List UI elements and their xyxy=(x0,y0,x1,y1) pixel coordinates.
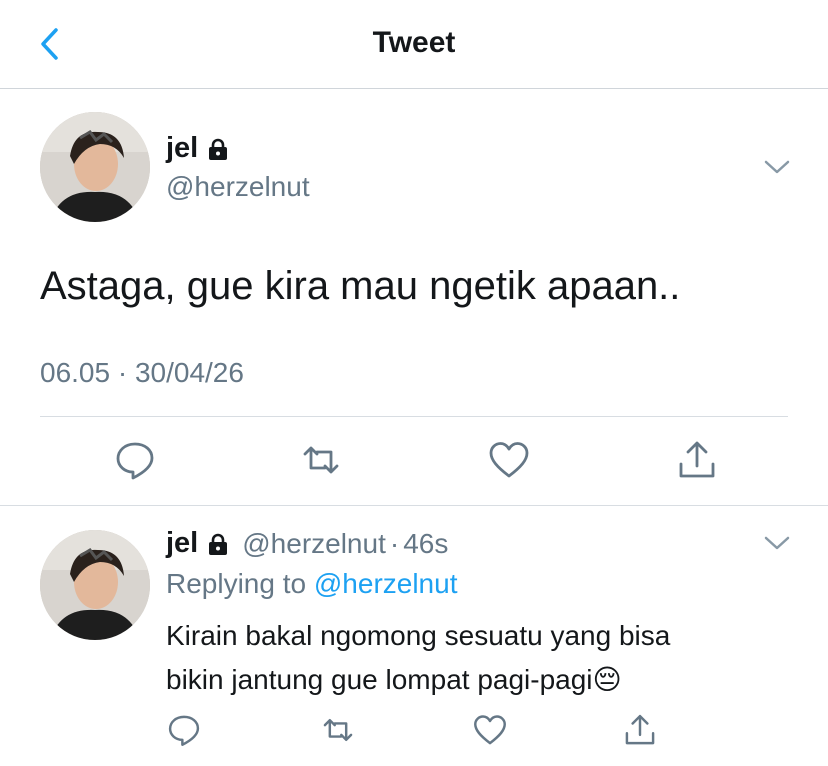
avatar[interactable] xyxy=(40,530,150,640)
author-handle[interactable]: @herzelnut xyxy=(242,528,386,560)
author-name[interactable]: jel xyxy=(166,132,230,165)
reply-header: jel @herzelnut · 46s xyxy=(166,527,448,560)
author-handle[interactable]: @herzelnut xyxy=(166,171,310,203)
retweet-icon xyxy=(303,446,339,474)
replying-to: Replying to @herzelnut xyxy=(166,568,458,599)
replying-to-link[interactable]: @herzelnut xyxy=(314,568,458,599)
lock-icon xyxy=(209,533,228,555)
retweet-button[interactable] xyxy=(320,712,356,748)
pensive-emoji-icon: 😔 xyxy=(592,664,622,695)
reply-icon xyxy=(168,715,200,746)
retweet-icon xyxy=(323,718,353,742)
more-options-button[interactable] xyxy=(762,528,792,558)
share-button[interactable] xyxy=(622,712,658,748)
share-icon xyxy=(679,441,715,478)
divider xyxy=(40,416,788,417)
divider xyxy=(0,505,828,506)
author-name[interactable]: jel xyxy=(166,527,230,560)
lock-icon xyxy=(209,138,228,160)
tweet-timestamp: 06.05 · 30/04/26 xyxy=(40,357,244,388)
share-icon xyxy=(625,714,655,745)
like-icon xyxy=(489,442,529,478)
retweet-button[interactable] xyxy=(299,438,343,482)
chevron-down-icon xyxy=(764,536,790,550)
share-button[interactable] xyxy=(675,438,719,482)
reply-text: Kirain bakal ngomong sesuatu yang bisa b… xyxy=(166,620,671,695)
reply-icon xyxy=(116,442,154,480)
like-button[interactable] xyxy=(472,712,508,748)
tweet-age: 46s xyxy=(403,527,449,559)
more-options-button[interactable] xyxy=(762,152,792,182)
like-icon xyxy=(474,715,506,745)
separator-dot: · xyxy=(389,527,400,559)
reply-button[interactable] xyxy=(166,712,202,748)
chevron-down-icon xyxy=(764,160,790,174)
reply-button[interactable] xyxy=(113,438,157,482)
tweet-text: Astaga, gue kira mau ngetik apaan.. xyxy=(40,264,681,308)
like-button[interactable] xyxy=(487,438,531,482)
avatar[interactable] xyxy=(40,112,150,222)
page-title: Tweet xyxy=(372,26,456,59)
